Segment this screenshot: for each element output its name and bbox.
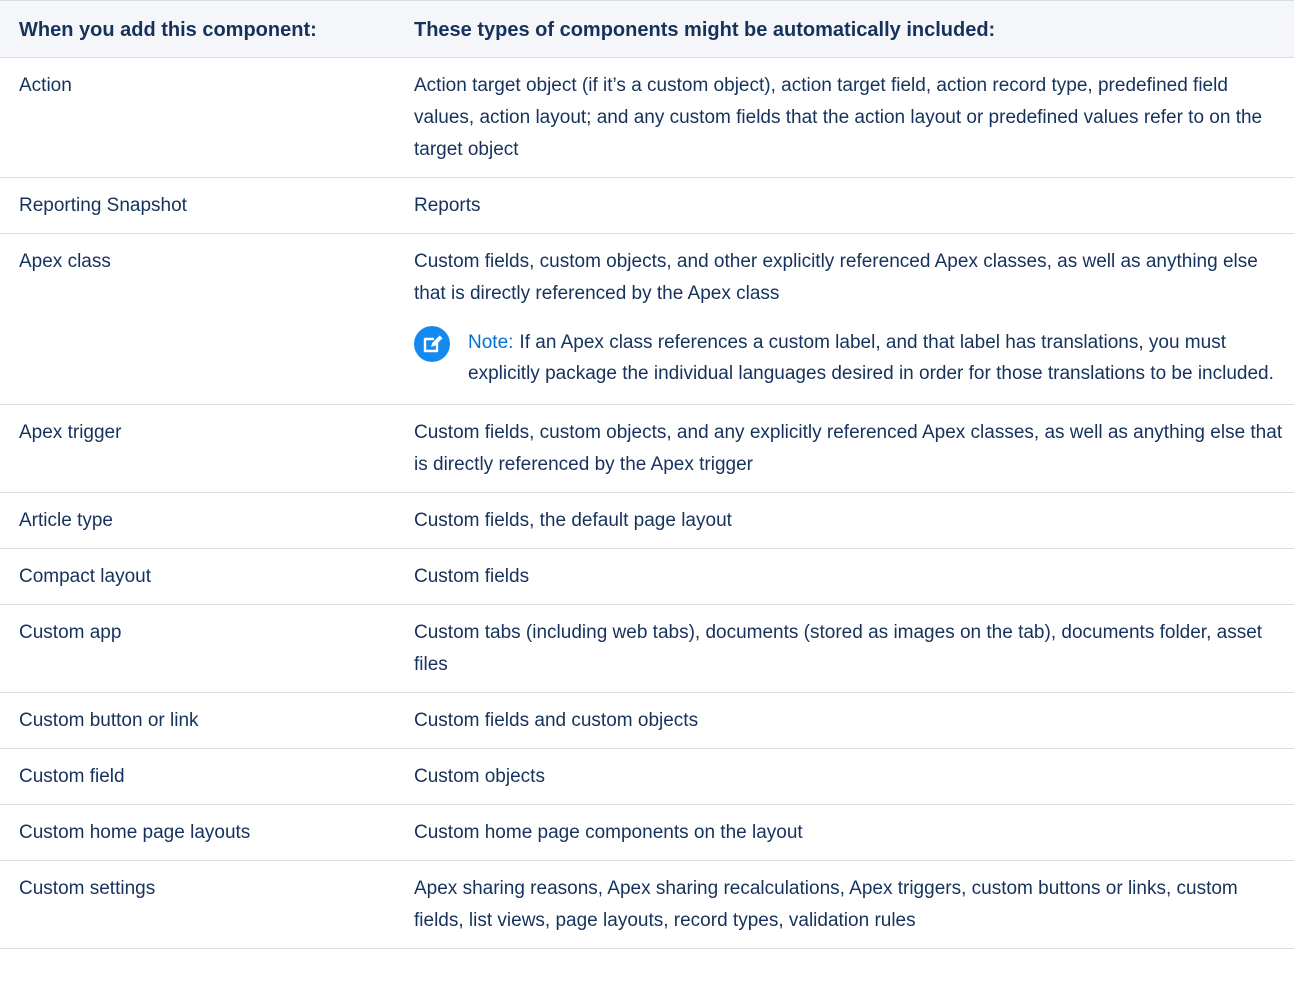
included-cell: Custom tabs (including web tabs), docume… — [414, 622, 1263, 675]
components-table: When you add this component: These types… — [0, 0, 1294, 949]
table-row: Apex class Custom fields, custom objects… — [0, 234, 1294, 405]
note-label: Note: — [468, 332, 514, 353]
table-row: Custom app Custom tabs (including web ta… — [0, 605, 1294, 693]
included-cell: Custom fields, custom objects, and any e… — [414, 422, 1283, 475]
table-row: Compact layout Custom fields — [0, 549, 1294, 605]
edit-note-icon — [414, 326, 450, 362]
note-text: If an Apex class references a custom lab… — [468, 332, 1274, 384]
table-row: Article type Custom fields, the default … — [0, 493, 1294, 549]
included-cell: Custom fields and custom objects — [414, 710, 699, 731]
included-cell: Custom fields — [414, 566, 530, 587]
table-row: Custom settings Apex sharing reasons, Ap… — [0, 861, 1294, 949]
included-cell: Custom objects — [414, 766, 545, 787]
component-cell: Custom field — [19, 766, 125, 787]
table-row: Custom button or link Custom fields and … — [0, 693, 1294, 749]
table-row: Custom field Custom objects — [0, 749, 1294, 805]
component-cell: Custom settings — [19, 878, 156, 899]
table-row: Apex trigger Custom fields, custom objec… — [0, 405, 1294, 493]
header-included: These types of components might be autom… — [414, 19, 996, 41]
included-cell: Custom fields, custom objects, and other… — [395, 234, 1294, 404]
component-cell: Apex class — [19, 251, 111, 272]
included-cell: Custom home page components on the layou… — [414, 822, 803, 843]
component-cell: Action — [19, 75, 72, 96]
included-cell: Custom fields, the default page layout — [414, 510, 732, 531]
table-row: Reporting Snapshot Reports — [0, 178, 1294, 234]
component-cell: Reporting Snapshot — [19, 195, 187, 216]
component-cell: Custom button or link — [19, 710, 199, 731]
table-header-row: When you add this component: These types… — [0, 0, 1294, 58]
note-text-block: Note: If an Apex class references a custo… — [468, 326, 1290, 389]
table-row: Action Action target object (if it’s a c… — [0, 58, 1294, 178]
included-text: Custom fields, custom objects, and other… — [414, 251, 1258, 304]
component-cell: Article type — [19, 510, 113, 531]
included-cell: Reports — [414, 195, 481, 216]
component-cell: Custom app — [19, 622, 122, 643]
included-cell: Action target object (if it’s a custom o… — [414, 75, 1263, 160]
note-box: Note: If an Apex class references a custo… — [414, 326, 1290, 389]
included-cell: Apex sharing reasons, Apex sharing recal… — [414, 878, 1238, 931]
header-component: When you add this component: — [19, 19, 317, 41]
component-cell: Custom home page layouts — [19, 822, 251, 843]
component-cell: Compact layout — [19, 566, 152, 587]
table-row: Custom home page layouts Custom home pag… — [0, 805, 1294, 861]
component-cell: Apex trigger — [19, 422, 122, 443]
